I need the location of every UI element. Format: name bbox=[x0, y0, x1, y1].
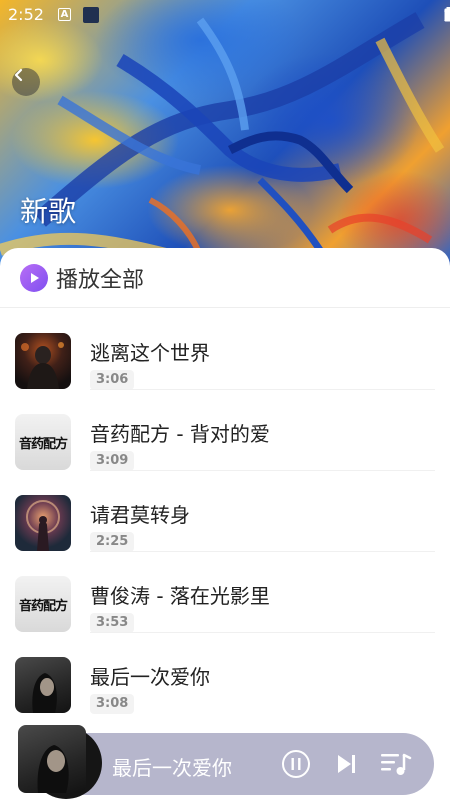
play-all-button[interactable]: 播放全部 bbox=[0, 248, 450, 308]
play-all-label: 播放全部 bbox=[56, 267, 145, 293]
back-button[interactable] bbox=[12, 68, 40, 96]
song-list-card: 播放全部 逃离这个世界 3:06 音药配方 音药配方 - 背对的爱 3:09 请… bbox=[0, 248, 450, 800]
song-row[interactable]: 逃离这个世界 3:06 bbox=[15, 308, 435, 390]
next-button[interactable] bbox=[334, 751, 360, 777]
page-title: 新歌 bbox=[20, 195, 77, 228]
notification-app-icon bbox=[83, 7, 99, 23]
playlist-button[interactable] bbox=[379, 749, 413, 779]
status-time: 2:52 bbox=[8, 5, 44, 24]
song-cover bbox=[15, 333, 71, 389]
chevron-left-icon bbox=[14, 68, 23, 82]
pause-circle-icon bbox=[282, 750, 310, 778]
song-cover bbox=[15, 495, 71, 551]
skip-next-icon bbox=[338, 755, 355, 773]
song-title: 最后一次爱你 bbox=[90, 665, 210, 689]
song-title: 音药配方 - 背对的爱 bbox=[90, 422, 270, 446]
song-title: 请君莫转身 bbox=[90, 503, 190, 527]
song-cover: 音药配方 bbox=[15, 414, 71, 470]
cover-logo-text: 音药配方 bbox=[18, 436, 68, 452]
player-song-title: 最后一次爱你 bbox=[112, 756, 232, 780]
song-row[interactable]: 音药配方 音药配方 - 背对的爱 3:09 bbox=[15, 389, 435, 471]
cover-logo-text: 音药配方 bbox=[18, 598, 68, 614]
song-cover: 音药配方 bbox=[15, 576, 71, 632]
pause-button[interactable] bbox=[281, 749, 311, 779]
song-row[interactable]: 最后一次爱你 3:08 bbox=[15, 632, 435, 714]
header-artwork: 2:52 A 新歌 bbox=[0, 0, 450, 270]
song-duration: 2:25 bbox=[90, 532, 135, 552]
notification-a-icon: A bbox=[58, 8, 71, 21]
player-cover bbox=[18, 725, 86, 793]
song-list: 逃离这个世界 3:06 音药配方 音药配方 - 背对的爱 3:09 请君莫转身 … bbox=[0, 308, 450, 714]
battery-icon bbox=[444, 7, 450, 22]
song-duration: 3:09 bbox=[90, 451, 135, 471]
song-row[interactable]: 请君莫转身 2:25 bbox=[15, 470, 435, 552]
song-duration: 3:53 bbox=[90, 613, 135, 633]
song-cover bbox=[15, 657, 71, 713]
song-title: 逃离这个世界 bbox=[90, 341, 210, 365]
song-title: 曹俊涛 - 落在光影里 bbox=[90, 584, 270, 608]
player-disc[interactable] bbox=[18, 725, 104, 800]
song-row[interactable]: 音药配方 曹俊涛 - 落在光影里 3:53 bbox=[15, 551, 435, 633]
status-bar: 2:52 A bbox=[0, 0, 450, 30]
playlist-music-icon bbox=[381, 753, 412, 775]
song-duration: 3:08 bbox=[90, 694, 135, 714]
song-duration: 3:06 bbox=[90, 370, 135, 390]
play-circle-icon bbox=[20, 263, 48, 292]
